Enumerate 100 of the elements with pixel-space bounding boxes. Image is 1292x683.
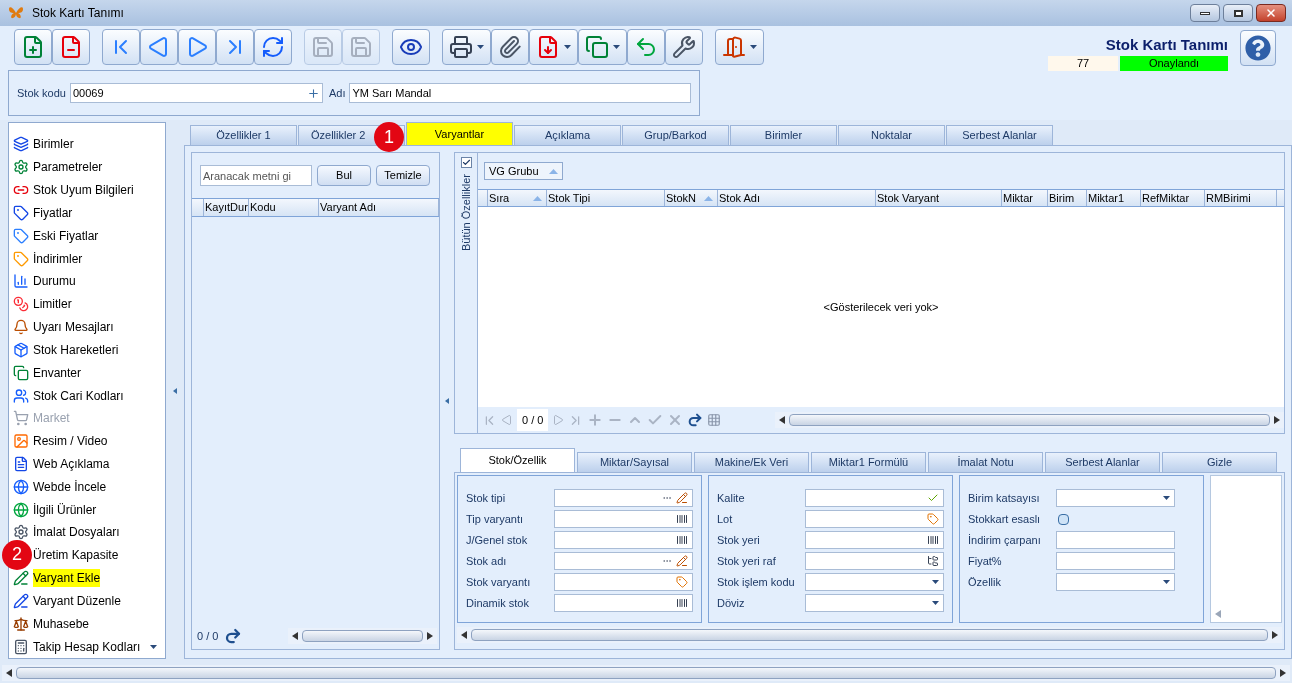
sidebar-item[interactable]: Muhasebe xyxy=(33,614,90,633)
scroll-right-icon[interactable] xyxy=(1274,416,1280,424)
toolbar-button[interactable] xyxy=(578,29,627,65)
input-field[interactable] xyxy=(805,573,944,591)
toolbar-button[interactable] xyxy=(491,29,529,65)
barcode-icon[interactable] xyxy=(676,534,688,546)
input-field[interactable] xyxy=(805,510,944,528)
tab[interactable]: Serbest Alanlar xyxy=(1045,452,1160,472)
tag-icon[interactable] xyxy=(676,576,688,588)
barcode-icon[interactable] xyxy=(676,513,688,525)
input-field[interactable] xyxy=(805,594,944,612)
sidebar-item[interactable]: Envanter xyxy=(33,363,82,382)
sidebar-item[interactable]: Stok Cari Kodları xyxy=(33,386,124,405)
barcode-icon[interactable] xyxy=(927,534,939,546)
tab[interactable]: İmalat Notu xyxy=(928,452,1043,472)
sidebar-item[interactable]: Limitler xyxy=(33,295,72,314)
tab[interactable]: Miktar/Sayısal xyxy=(577,452,692,472)
column-header[interactable]: Varyant Adı xyxy=(319,199,439,216)
column-header[interactable]: RefMiktar xyxy=(1141,190,1205,206)
column-header[interactable]: Miktar1 xyxy=(1087,190,1141,206)
edit-icon[interactable] xyxy=(676,555,688,567)
tab[interactable]: Açıklama xyxy=(514,125,621,145)
panel-button[interactable]: Temizle xyxy=(376,165,430,186)
sidebar-item[interactable]: Parametreler xyxy=(33,158,103,177)
column-header[interactable]: Birim xyxy=(1048,190,1087,206)
toolbar-button[interactable] xyxy=(392,29,430,65)
input-field[interactable] xyxy=(554,510,693,528)
sidebar-item[interactable]: Varyant Ekle xyxy=(33,569,101,588)
input-field[interactable] xyxy=(554,552,693,570)
input-field[interactable] xyxy=(1056,531,1175,549)
scroll-right-icon[interactable] xyxy=(1272,631,1278,639)
column-header[interactable]: Sıra xyxy=(488,190,547,206)
sidebar-item[interactable]: Web Açıklama xyxy=(33,455,110,473)
horizontal-scrollbar[interactable] xyxy=(775,412,1284,428)
toggle-checkbox[interactable] xyxy=(1058,513,1069,525)
toolbar-button[interactable] xyxy=(442,29,491,65)
toolbar-button[interactable] xyxy=(14,29,52,65)
column-header[interactable]: StokN xyxy=(665,190,718,206)
stock-name-field[interactable]: YM Sarı Mandal xyxy=(349,83,691,103)
scroll-left-icon[interactable] xyxy=(779,416,786,424)
add-icon[interactable] xyxy=(306,86,320,100)
refresh-arrow-icon[interactable] xyxy=(687,412,704,428)
scroll-right-icon[interactable] xyxy=(1280,669,1286,677)
sidebar-item[interactable]: Webde İncele xyxy=(33,477,107,496)
scroll-left-icon[interactable] xyxy=(6,669,12,677)
tab[interactable]: Miktar1 Formülü xyxy=(811,452,926,472)
column-header[interactable]: Stok Varyant xyxy=(876,190,1002,206)
barcode-icon[interactable] xyxy=(676,597,688,609)
toolbar-button[interactable] xyxy=(529,29,578,65)
refresh-arrow-icon[interactable] xyxy=(224,627,243,645)
column-header[interactable]: RMBirimi xyxy=(1205,190,1277,206)
tab[interactable]: Varyantlar xyxy=(406,122,513,145)
search-field[interactable]: Aranacak metni gi xyxy=(200,165,312,186)
sidebar-item[interactable]: Birimler xyxy=(33,135,74,154)
check-icon[interactable] xyxy=(927,492,939,504)
sidebar-item[interactable]: Takip Hesap Kodları xyxy=(33,637,141,656)
tab[interactable]: Serbest Alanlar xyxy=(946,125,1053,145)
edit-icon[interactable] xyxy=(676,492,688,504)
collapse-arrow-icon[interactable] xyxy=(445,398,449,404)
input-field[interactable] xyxy=(554,489,693,507)
sidebar-item[interactable]: Stok Uyum Bilgileri xyxy=(33,181,134,200)
sidebar-item[interactable]: Stok Hareketleri xyxy=(33,340,119,359)
column-header[interactable]: Stok Adı xyxy=(718,190,876,206)
tab[interactable]: Birimler xyxy=(730,125,837,145)
sidebar-item[interactable]: Uyarı Mesajları xyxy=(33,318,114,337)
toolbar-button[interactable] xyxy=(715,29,764,65)
tab[interactable]: Stok/Özellik xyxy=(460,448,575,472)
sidebar-item[interactable]: Resim / Video xyxy=(33,432,108,451)
horizontal-scrollbar[interactable] xyxy=(457,627,1282,643)
input-field[interactable] xyxy=(805,531,944,549)
tab[interactable]: Özellikler 1 xyxy=(190,125,297,145)
sidebar-item[interactable]: Eski Fiyatlar xyxy=(33,226,99,245)
input-field[interactable] xyxy=(1056,552,1175,570)
grid-icon[interactable] xyxy=(707,413,722,427)
minimize-button[interactable] xyxy=(1190,4,1220,22)
panel-button[interactable]: Bul xyxy=(317,165,371,186)
sidebar-item[interactable]: Durumu xyxy=(33,272,76,291)
stock-code-field[interactable]: 00069 xyxy=(69,83,323,103)
input-field[interactable] xyxy=(805,552,944,570)
sidebar-item[interactable]: Fiyatlar xyxy=(33,203,73,222)
tab[interactable]: Gizle xyxy=(1162,452,1277,472)
input-field[interactable] xyxy=(1056,573,1175,591)
toolbar-button[interactable] xyxy=(254,29,292,65)
tab[interactable]: Grup/Barkod xyxy=(622,125,729,145)
input-field[interactable] xyxy=(554,573,693,591)
show-all-checkbox[interactable] xyxy=(460,157,472,168)
column-header[interactable]: KayıtDur xyxy=(204,199,249,216)
sidebar-item[interactable]: Üretim Kapasite xyxy=(33,546,119,565)
tag-icon[interactable] xyxy=(927,513,939,525)
group-chip[interactable]: VG Grubu xyxy=(484,162,563,180)
collapse-arrow-icon[interactable] xyxy=(173,387,177,394)
column-header[interactable]: Stok Tipi xyxy=(547,190,665,206)
input-field[interactable] xyxy=(1056,489,1175,507)
tab[interactable]: Noktalar xyxy=(838,125,945,145)
input-field[interactable] xyxy=(805,489,944,507)
sidebar-item[interactable]: İndirimler xyxy=(33,249,83,268)
column-header[interactable]: Miktar xyxy=(1002,190,1048,206)
sidebar-item[interactable]: Varyant Düzenle xyxy=(33,591,121,610)
tab[interactable]: Makine/Ek Veri xyxy=(694,452,809,472)
toolbar-button[interactable] xyxy=(665,29,703,65)
